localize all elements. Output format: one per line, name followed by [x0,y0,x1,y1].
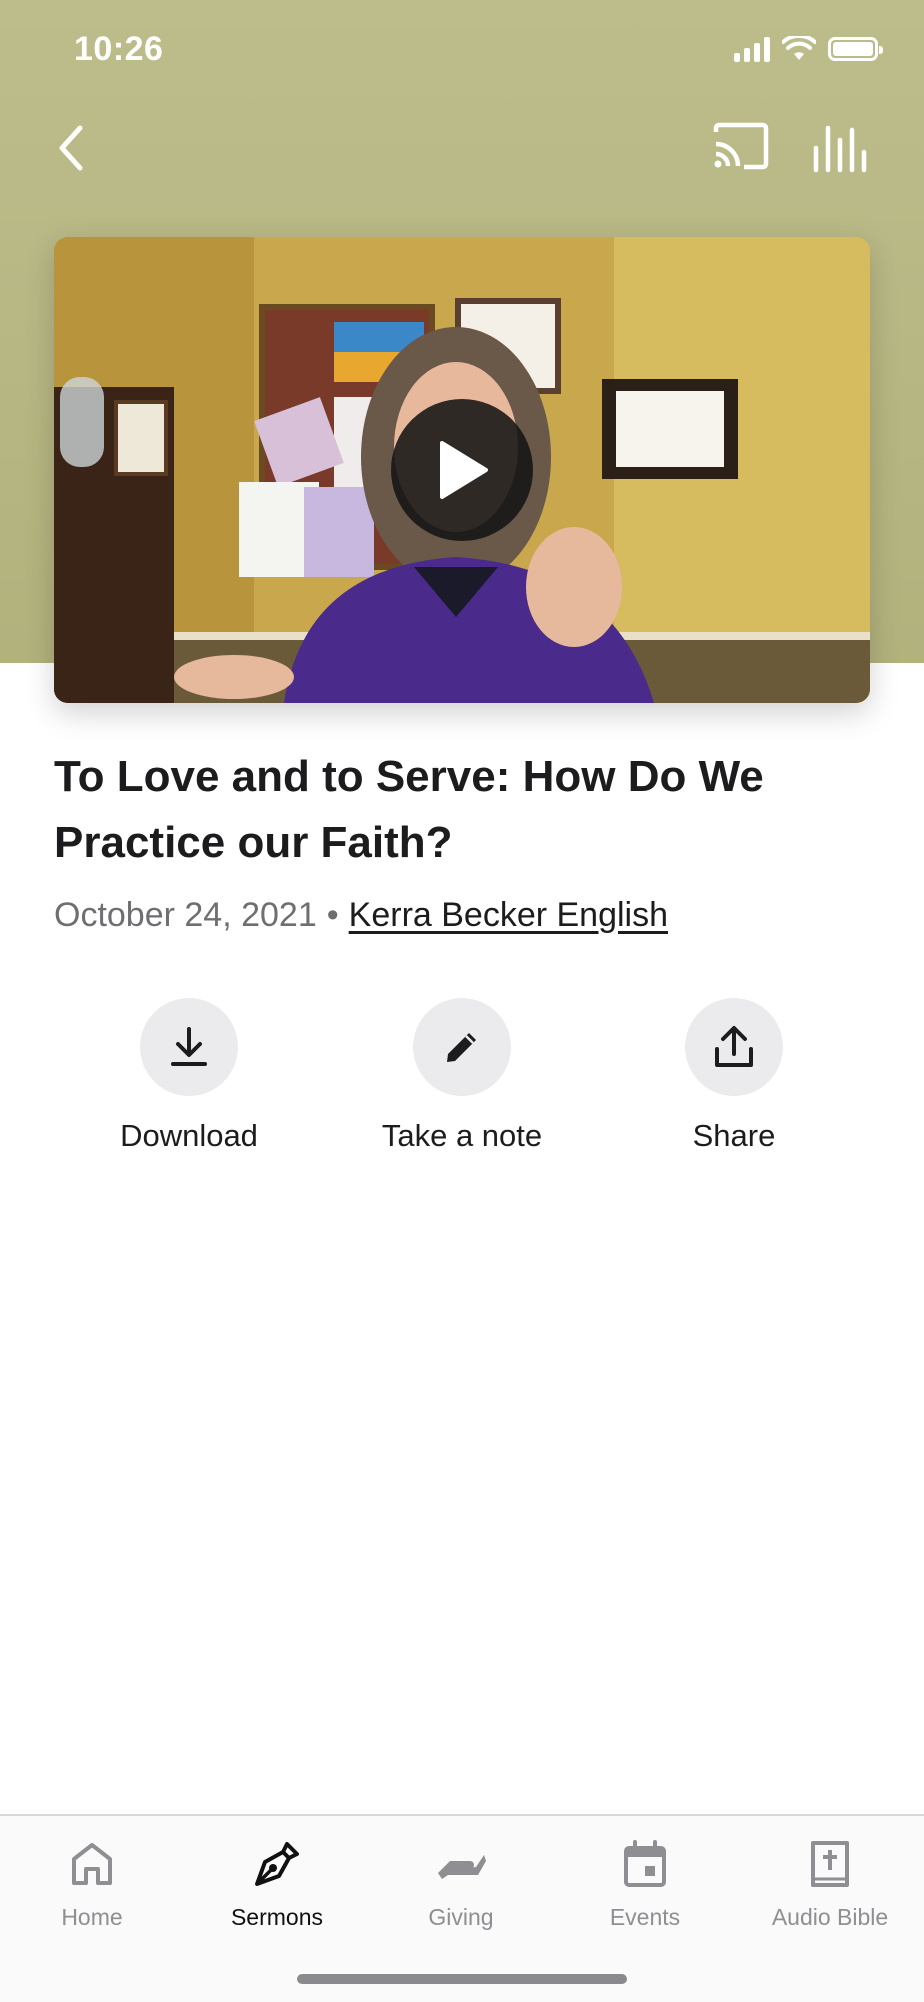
sermon-meta: October 24, 2021 • Kerra Becker English [54,896,668,935]
signal-icon [734,36,770,62]
download-circle [140,998,238,1096]
take-note-label: Take a note [381,1118,543,1153]
cast-button[interactable] [712,122,770,172]
home-indicator [297,1974,627,1984]
back-button[interactable] [50,118,100,178]
home-icon [72,1843,112,1885]
share-icon [715,1026,753,1067]
share-button[interactable]: Share [614,998,854,1154]
pen-nib-icon [255,1842,299,1886]
play-icon [440,441,488,499]
status-time: 10:26 [74,30,164,68]
chevron-left-icon [59,125,83,171]
tab-giving-label: Giving [428,1904,494,1930]
tab-giving[interactable]: Giving [376,1834,546,1931]
sermon-date: October 24, 2021 [54,896,317,934]
pencil-icon [447,1033,476,1062]
tab-events[interactable]: Events [560,1834,730,1931]
video-player[interactable] [54,237,870,703]
tab-audio-bible-label: Audio Bible [771,1904,889,1930]
share-label: Share [692,1118,776,1153]
audio-levels-button[interactable] [812,122,868,174]
battery-icon [828,37,883,61]
audio-levels-icon [813,125,867,173]
cast-icon [713,122,769,170]
tab-sermons-label: Sermons [230,1904,324,1930]
giving-hand-icon [438,1855,486,1879]
sermon-title: To Love and to Serve: How Do We Practice… [54,752,764,867]
tab-home[interactable]: Home [7,1834,177,1931]
tab-home-label: Home [61,1904,123,1930]
take-note-button[interactable]: Take a note [342,998,582,1154]
share-circle [685,998,783,1096]
bible-icon [811,1841,849,1887]
status-icons [734,36,883,62]
meta-separator: • [326,896,339,934]
wifi-icon [782,36,816,60]
status-bar: 10:26 [0,0,924,100]
sermon-author-link[interactable]: Kerra Becker English [349,896,668,934]
take-note-circle [413,998,511,1096]
tab-audio-bible[interactable]: Audio Bible [745,1834,915,1931]
download-label: Download [120,1118,258,1153]
download-icon [171,1027,207,1066]
play-button[interactable] [391,399,533,541]
calendar-icon [624,1840,666,1887]
tab-sermons[interactable]: Sermons [192,1834,362,1931]
tab-events-label: Events [609,1904,681,1930]
download-button[interactable]: Download [69,998,309,1154]
